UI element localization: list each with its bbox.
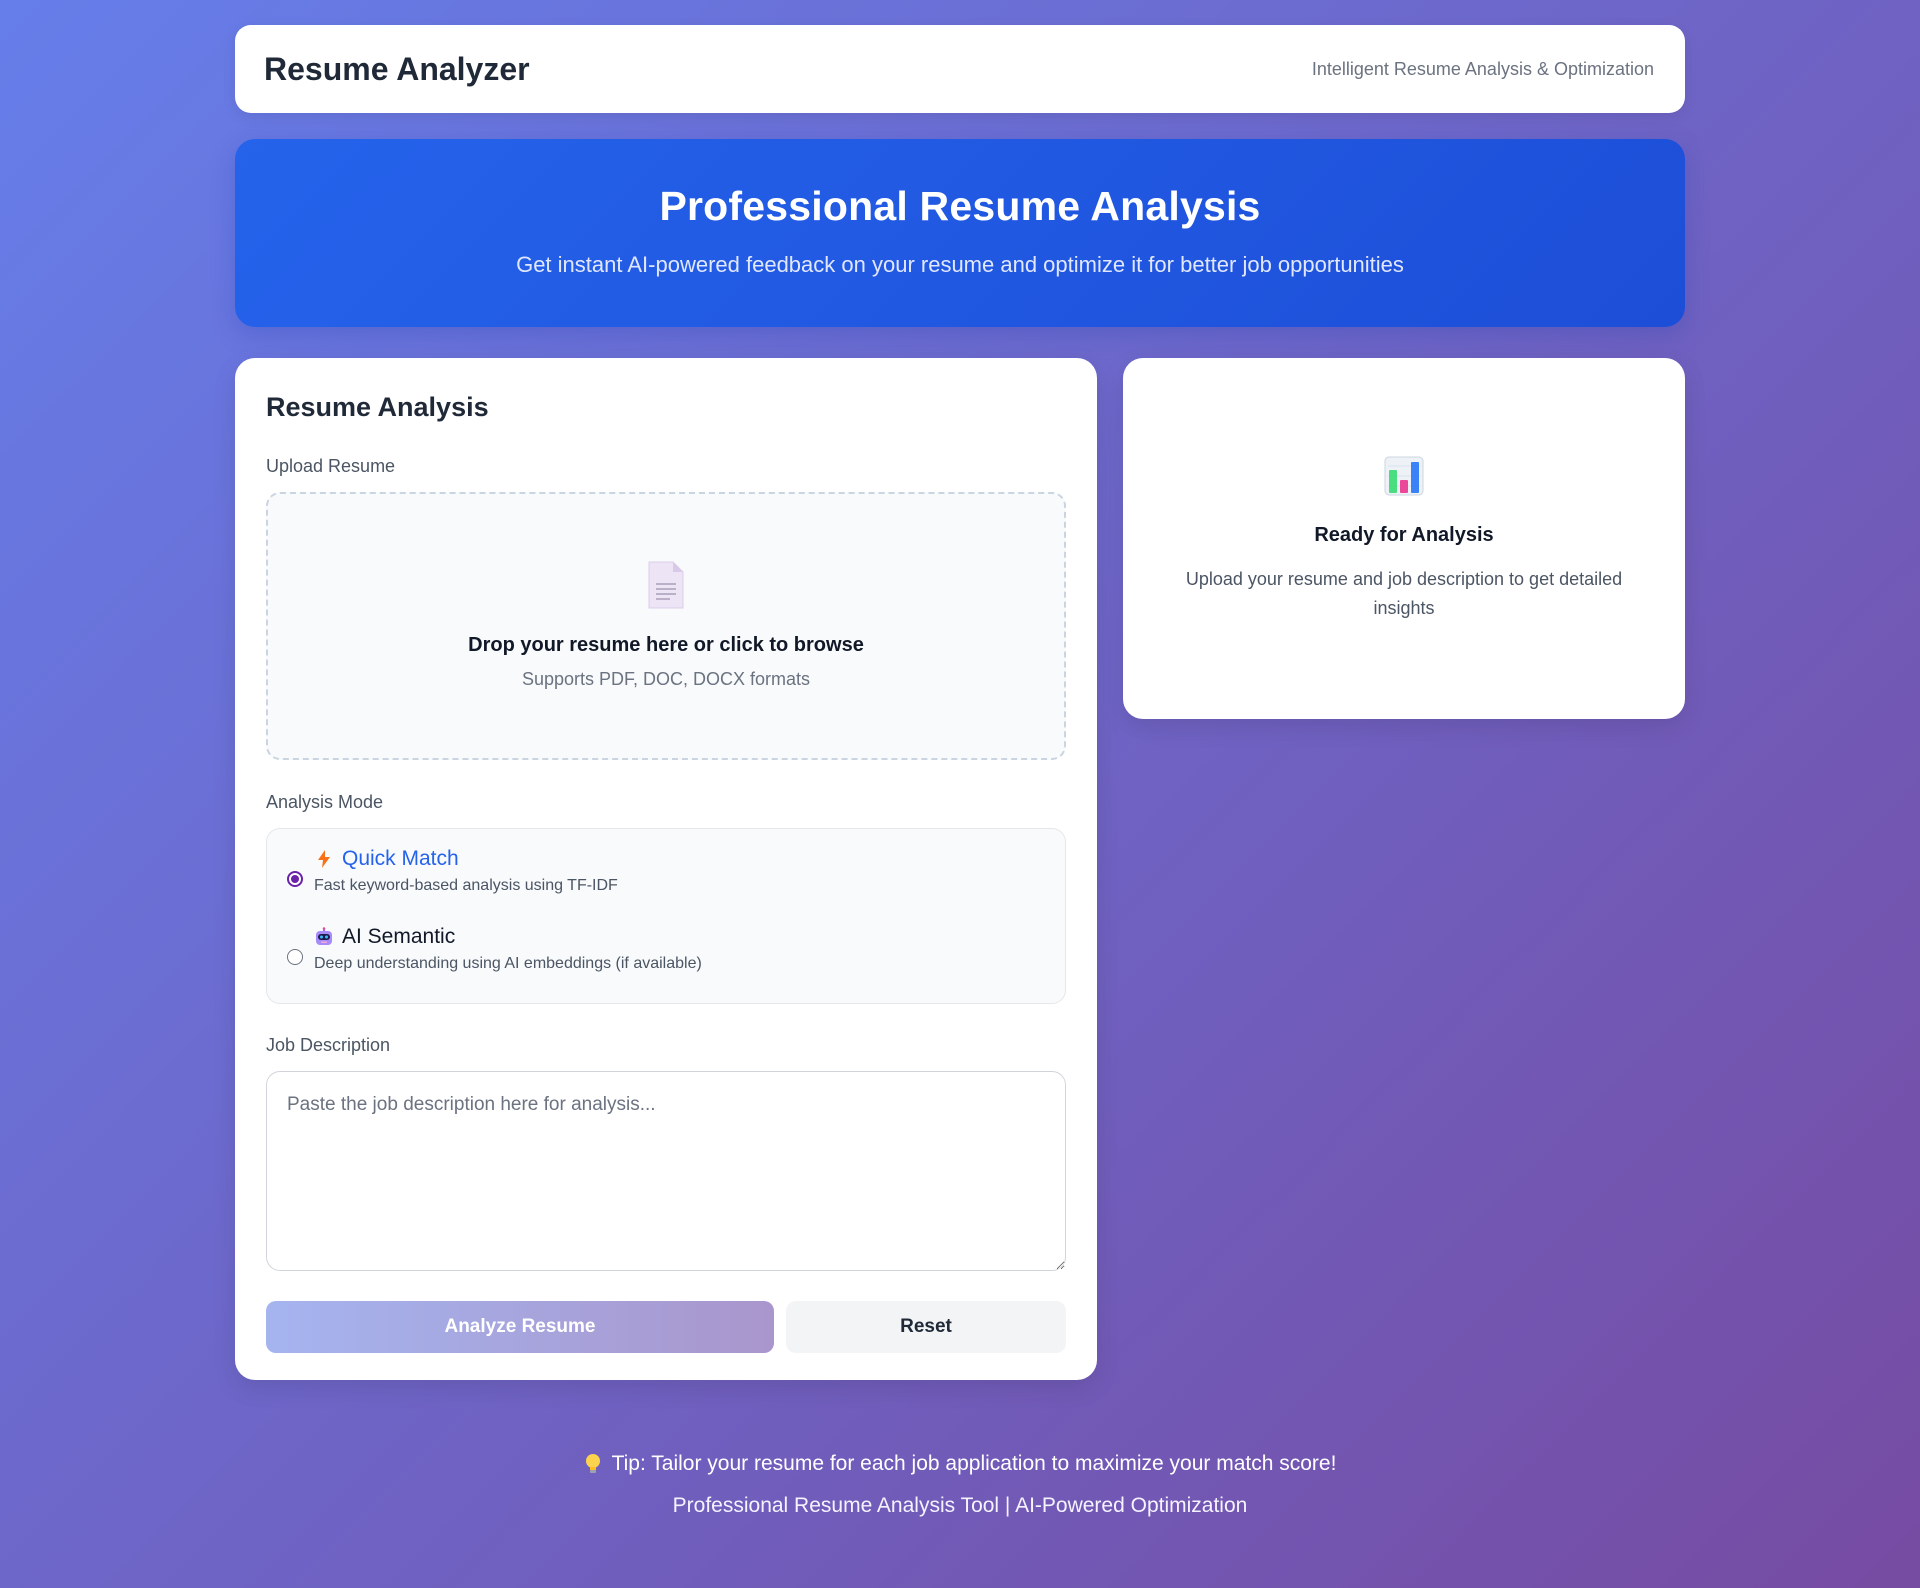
quick-match-radio[interactable] [287,871,303,887]
footer-tip: Tip: Tailor your resume for each job app… [235,1452,1685,1476]
quick-match-title: Quick Match [342,847,459,870]
job-description-label: Job Description [266,1035,391,1055]
status-description: Upload your resume and job description t… [1185,569,1623,618]
status-title: Ready for Analysis [1314,524,1494,546]
footer-credit: Professional Resume Analysis Tool | AI-P… [672,1494,1248,1517]
lightning-icon [318,850,330,868]
app-title: Resume Analyzer [264,50,530,87]
job-description-input[interactable] [266,1071,1066,1271]
mode-option-ai-semantic[interactable]: AI Semantic Deep understanding using AI … [287,925,1045,973]
upload-title: Drop your resume here or click to browse [468,634,864,656]
footer-tip-text: Tip: Tailor your resume for each job app… [611,1452,1337,1475]
document-icon [648,561,684,609]
action-buttons: Analyze Resume Reset [266,1301,1066,1353]
hero-subtitle: Get instant AI-powered feedback on your … [516,252,1404,277]
hero-title: Professional Resume Analysis [659,183,1261,229]
app-header: Resume Analyzer Intelligent Resume Analy… [235,25,1685,113]
app-container: Resume Analyzer Intelligent Resume Analy… [235,0,1685,1518]
analysis-mode-label: Analysis Mode [266,792,384,812]
resume-analysis-card: Resume Analysis Upload Resume Drop your … [235,358,1097,1380]
main-content: Resume Analysis Upload Resume Drop your … [235,358,1685,1380]
app-tagline: Intelligent Resume Analysis & Optimizati… [1311,58,1654,79]
upload-formats: Supports PDF, DOC, DOCX formats [521,669,811,689]
page-footer: Tip: Tailor your resume for each job app… [235,1452,1685,1518]
reset-button[interactable]: Reset [786,1301,1066,1353]
ai-semantic-desc: Deep understanding using AI embeddings (… [314,955,702,972]
resume-upload-dropzone[interactable]: Drop your resume here or click to browse… [266,492,1066,760]
mode-option-quick-match[interactable]: Quick Match Fast keyword-based analysis … [287,847,1045,895]
results-status-card: Ready for Analysis Upload your resume an… [1123,358,1685,719]
quick-match-desc: Fast keyword-based analysis using TF-IDF [314,877,618,894]
bar-chart-icon [1384,456,1424,496]
analysis-title: Resume Analysis [266,392,489,422]
ai-semantic-radio[interactable] [287,949,303,965]
upload-label: Upload Resume [266,456,396,476]
ai-semantic-title: AI Semantic [342,925,456,948]
analyze-resume-button[interactable]: Analyze Resume [266,1301,774,1353]
analysis-mode-group: Quick Match Fast keyword-based analysis … [266,828,1066,1004]
lightbulb-icon [585,1454,600,1473]
robot-icon [316,927,332,945]
hero-banner: Professional Resume Analysis Get instant… [235,139,1685,327]
